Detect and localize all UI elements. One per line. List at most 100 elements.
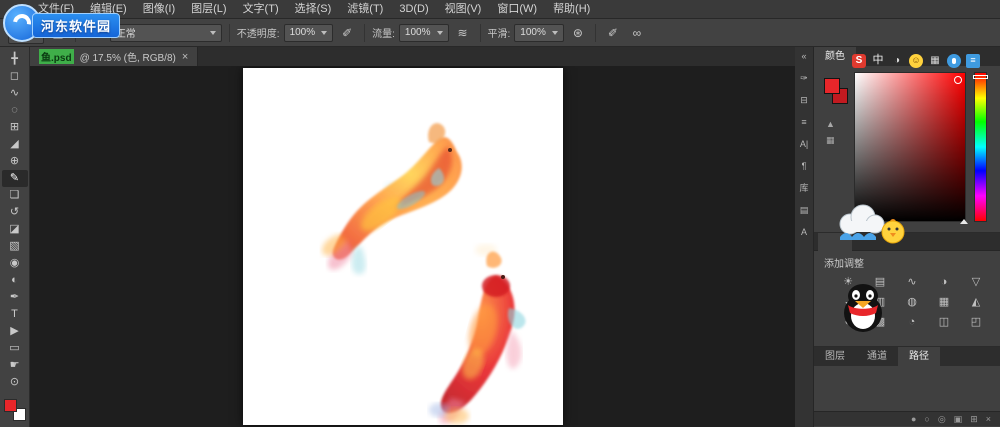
- half-full-width-icon[interactable]: ◑: [890, 54, 904, 68]
- new-path-icon[interactable]: ⊞: [970, 415, 978, 424]
- tab-layers[interactable]: 图层: [814, 347, 856, 366]
- adj-curves-icon[interactable]: ∿: [902, 274, 922, 290]
- adj-channel-mixer-icon[interactable]: ◭: [966, 294, 986, 310]
- adj-vibrance-icon[interactable]: ▽: [966, 274, 986, 290]
- properties-icon[interactable]: ≡: [801, 118, 806, 127]
- menu-edit[interactable]: 编辑(E): [82, 0, 135, 19]
- paragraph-panel-icon[interactable]: ¶: [802, 162, 807, 171]
- qq-penguin-sticker[interactable]: [841, 283, 885, 338]
- paths-panel-body[interactable]: [814, 366, 1000, 411]
- brush-settings-icon[interactable]: ✑: [800, 74, 808, 83]
- koi-fish-artwork: [243, 68, 563, 425]
- type-tool[interactable]: T: [2, 306, 28, 323]
- path-selection-tool[interactable]: ▶: [2, 323, 28, 340]
- canvas-area[interactable]: [30, 66, 795, 427]
- fill-path-icon[interactable]: ●: [911, 415, 916, 424]
- input-mode-icon[interactable]: 中: [871, 54, 885, 68]
- eraser-tool[interactable]: ◪: [2, 221, 28, 238]
- hand-tool[interactable]: ☛: [2, 357, 28, 374]
- crop-tool[interactable]: ⊞: [2, 119, 28, 136]
- gamut-warning-icon[interactable]: ▲: [826, 120, 835, 129]
- blend-mode-select[interactable]: 正常: [110, 24, 222, 42]
- eyedropper-tool[interactable]: ◢: [2, 136, 28, 153]
- input-method-toolbar: S 中 ◑ ☺ ▦ ≡: [852, 53, 980, 68]
- document-canvas[interactable]: [243, 68, 563, 425]
- brush-preset-picker[interactable]: [8, 22, 44, 44]
- adj-gradient-map-icon[interactable]: ◫: [934, 314, 954, 330]
- saturation-brightness-field[interactable]: [854, 72, 966, 222]
- smoothing-gear-icon[interactable]: ⊛: [568, 23, 588, 43]
- hue-slider-handle[interactable]: [973, 75, 988, 79]
- pen-tool[interactable]: ✒: [2, 289, 28, 306]
- adjustments-panel-icon[interactable]: ▤: [800, 206, 809, 215]
- koi-top: [322, 123, 462, 274]
- adj-selective-color-icon[interactable]: ◰: [966, 314, 986, 330]
- smoothing-select[interactable]: 100%: [514, 24, 564, 42]
- document-tab-name: 鱼.psd: [39, 49, 74, 64]
- pen-pressure-size-icon[interactable]: ✐: [603, 23, 623, 43]
- menu-filter[interactable]: 滤镜(T): [339, 0, 391, 19]
- adj-black-white-icon[interactable]: ◍: [902, 294, 922, 310]
- quick-selection-tool[interactable]: ◌: [2, 102, 28, 119]
- chevron-down-icon: [321, 31, 327, 35]
- opacity-label: 不透明度:: [237, 25, 280, 40]
- tab-paths[interactable]: 路径: [898, 347, 940, 366]
- layers-panel-tab-row: 图层 通道 路径: [814, 347, 1000, 366]
- character-panel-icon[interactable]: A|: [800, 140, 808, 149]
- menu-window[interactable]: 窗口(W): [489, 0, 545, 19]
- blend-mode-value: 正常: [116, 25, 136, 40]
- sogou-logo-icon[interactable]: S: [852, 54, 866, 68]
- menu-view[interactable]: 视图(V): [437, 0, 490, 19]
- opacity-select[interactable]: 100%: [284, 24, 334, 42]
- dodge-tool[interactable]: ◐: [2, 272, 28, 289]
- gradient-tool[interactable]: ▧: [2, 238, 28, 255]
- chick-sticker[interactable]: [880, 216, 906, 249]
- marquee-tool[interactable]: ◻: [2, 68, 28, 85]
- adj-threshold-icon[interactable]: ◔: [902, 314, 922, 330]
- airbrush-icon[interactable]: ≋: [453, 23, 473, 43]
- toggle-brush-panel-icon[interactable]: ▤: [48, 23, 68, 43]
- toolbox-icon[interactable]: ≡: [966, 54, 980, 68]
- web-color-cube-icon[interactable]: ▦: [826, 136, 835, 145]
- panel-foreground-swatch[interactable]: [824, 78, 840, 94]
- shape-tool[interactable]: ▭: [2, 340, 28, 357]
- blur-tool[interactable]: ◉: [2, 255, 28, 272]
- delete-path-icon[interactable]: ×: [986, 415, 991, 424]
- document-tab[interactable]: 鱼.psd @ 17.5% (色, RGB/8) ×: [30, 47, 198, 66]
- history-brush-tool[interactable]: ↺: [2, 204, 28, 221]
- symmetry-icon[interactable]: ∞: [627, 23, 647, 43]
- brush-tool[interactable]: ✎: [2, 170, 28, 187]
- menu-help[interactable]: 帮助(H): [545, 0, 598, 19]
- pen-pressure-opacity-icon[interactable]: ✐: [337, 23, 357, 43]
- styles-panel-icon[interactable]: A: [801, 228, 807, 237]
- healing-brush-tool[interactable]: ⊕: [2, 153, 28, 170]
- flow-select[interactable]: 100%: [399, 24, 449, 42]
- clone-stamp-tool[interactable]: ❏: [2, 187, 28, 204]
- menu-select[interactable]: 选择(S): [287, 0, 340, 19]
- zoom-tool[interactable]: ⊙: [2, 374, 28, 391]
- tab-channels[interactable]: 通道: [856, 347, 898, 366]
- lasso-tool[interactable]: ∿: [2, 85, 28, 102]
- hue-slider[interactable]: [974, 72, 987, 222]
- libraries-panel-icon[interactable]: 库: [799, 184, 808, 193]
- voice-input-icon[interactable]: [947, 54, 961, 68]
- adj-exposure-icon[interactable]: ◑: [934, 274, 954, 290]
- tab-color[interactable]: 颜色: [814, 47, 856, 66]
- foreground-color-swatch[interactable]: [4, 399, 17, 412]
- soft-keyboard-icon[interactable]: ▦: [928, 54, 942, 68]
- clone-source-icon[interactable]: ⊟: [800, 96, 808, 105]
- collapse-dock-icon[interactable]: «: [801, 52, 806, 61]
- emoji-picker-icon[interactable]: ☺: [909, 54, 923, 68]
- menu-3d[interactable]: 3D(D): [391, 0, 436, 19]
- mask-icon[interactable]: ▣: [954, 415, 963, 424]
- menu-type[interactable]: 文字(T): [235, 0, 287, 19]
- menu-image[interactable]: 图像(I): [135, 0, 183, 19]
- move-tool[interactable]: ╋: [2, 51, 28, 68]
- menu-file[interactable]: 文件(F): [30, 0, 82, 19]
- adj-photo-filter-icon[interactable]: ▦: [934, 294, 954, 310]
- close-icon[interactable]: ×: [182, 51, 188, 63]
- load-selection-icon[interactable]: ◎: [938, 415, 946, 424]
- opacity-value: 100%: [290, 27, 316, 38]
- stroke-path-icon[interactable]: ○: [924, 415, 929, 424]
- menu-layer[interactable]: 图层(L): [183, 0, 234, 19]
